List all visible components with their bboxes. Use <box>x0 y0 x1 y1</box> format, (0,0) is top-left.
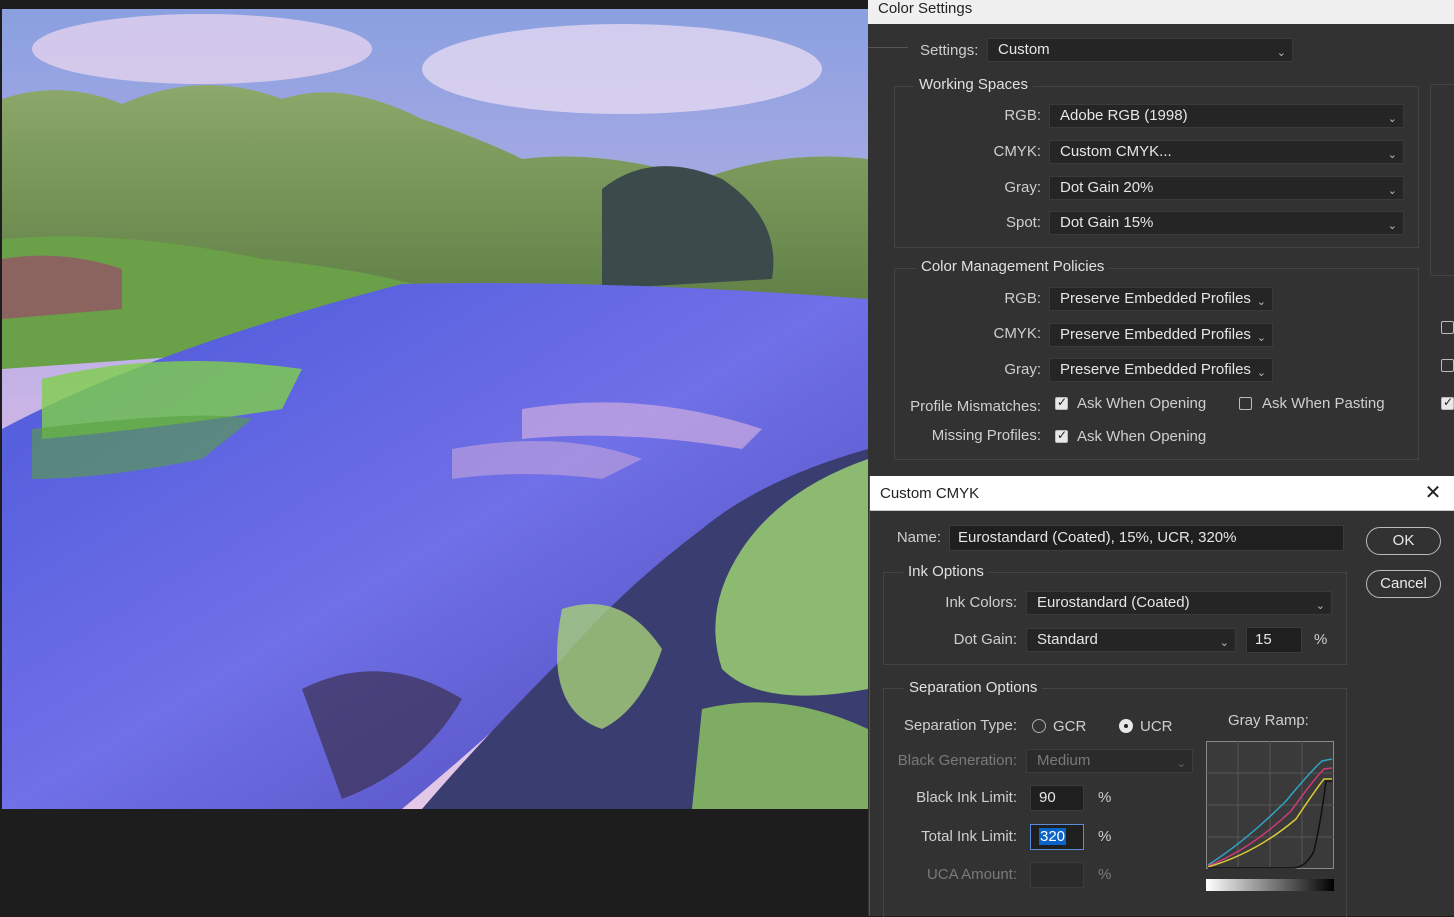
chevron-down-icon: ⌄ <box>1387 220 1397 232</box>
policy-gray-label: Gray: <box>1004 361 1041 378</box>
settings-label: Settings: <box>920 42 979 59</box>
ws-cmyk-label: CMYK: <box>993 143 1041 160</box>
settings-dropdown[interactable]: Custom ⌄ <box>987 38 1293 62</box>
side-panel-edge <box>1430 84 1454 276</box>
ws-cmyk-dropdown[interactable]: Custom CMYK... ⌄ <box>1049 140 1404 164</box>
ink-colors-label: Ink Colors: <box>945 594 1017 611</box>
policies-title: Color Management Policies <box>916 258 1110 275</box>
gray-ramp-graph <box>1206 741 1334 869</box>
missing-profiles-label: Missing Profiles: <box>931 427 1041 444</box>
chevron-down-icon: ⌄ <box>1176 758 1186 770</box>
chevron-down-icon: ⌄ <box>1256 332 1266 344</box>
dot-gain-label: Dot Gain: <box>953 631 1017 648</box>
landscape-painting <box>2 9 868 809</box>
percent-label: % <box>1098 828 1112 845</box>
dot-gain-percent-field[interactable]: 15 <box>1246 627 1302 653</box>
percent-label: % <box>1314 631 1328 648</box>
side-checkbox-2[interactable] <box>1441 359 1454 372</box>
ws-gray-value: Dot Gain 20% <box>1060 179 1154 196</box>
black-ink-limit-field[interactable]: 90 <box>1030 785 1084 811</box>
ws-rgb-value: Adobe RGB (1998) <box>1060 107 1188 124</box>
policy-cmyk-value: Preserve Embedded Profiles <box>1060 326 1251 343</box>
dialog-title: Custom CMYK <box>870 476 1454 511</box>
policy-rgb-label: RGB: <box>1004 290 1041 307</box>
separation-options-title: Separation Options <box>904 679 1043 696</box>
ws-spot-value: Dot Gain 15% <box>1060 214 1154 231</box>
custom-cmyk-dialog: Custom CMYK ✕ Name: Eurostandard (Coated… <box>869 476 1454 917</box>
gcr-radio[interactable] <box>1032 719 1046 733</box>
divider <box>868 47 908 48</box>
policy-cmyk-label: CMYK: <box>993 325 1041 342</box>
name-field[interactable]: Eurostandard (Coated), 15%, UCR, 320% <box>949 525 1344 551</box>
chevron-down-icon: ⌄ <box>1276 47 1286 59</box>
gcr-label[interactable]: GCR <box>1053 718 1086 735</box>
dialog-title: Color Settings <box>868 0 1454 24</box>
working-spaces-title: Working Spaces <box>914 76 1033 93</box>
mismatch-paste-checkbox[interactable] <box>1239 397 1252 410</box>
total-ink-limit-selection: 320 <box>1039 828 1067 845</box>
name-label: Name: <box>896 529 941 546</box>
cancel-button[interactable]: Cancel <box>1366 570 1441 598</box>
chevron-down-icon: ⌄ <box>1219 637 1229 649</box>
gray-ramp-svg <box>1206 741 1334 869</box>
image-canvas[interactable] <box>2 9 868 809</box>
missing-open-label[interactable]: Ask When Opening <box>1077 428 1206 445</box>
ink-colors-value: Eurostandard (Coated) <box>1037 594 1190 611</box>
ws-spot-dropdown[interactable]: Dot Gain 15% ⌄ <box>1049 211 1404 235</box>
ucr-label[interactable]: UCR <box>1140 718 1173 735</box>
ink-options-title: Ink Options <box>903 563 989 580</box>
ok-button[interactable]: OK <box>1366 527 1441 555</box>
black-generation-value: Medium <box>1037 752 1091 769</box>
chevron-down-icon: ⌄ <box>1315 600 1325 612</box>
chevron-down-icon: ⌄ <box>1256 367 1266 379</box>
chevron-down-icon: ⌄ <box>1387 113 1397 125</box>
policy-cmyk-dropdown[interactable]: Preserve Embedded Profiles ⌄ <box>1049 323 1273 347</box>
uca-amount-field <box>1030 862 1084 888</box>
ws-gray-label: Gray: <box>1004 179 1041 196</box>
policy-rgb-value: Preserve Embedded Profiles <box>1060 290 1251 307</box>
chevron-down-icon: ⌄ <box>1256 296 1266 308</box>
dot-gain-dropdown[interactable]: Standard ⌄ <box>1026 628 1236 652</box>
chevron-down-icon: ⌄ <box>1387 185 1397 197</box>
black-ink-limit-label: Black Ink Limit: <box>916 789 1017 806</box>
policy-gray-dropdown[interactable]: Preserve Embedded Profiles ⌄ <box>1049 358 1273 382</box>
policy-gray-value: Preserve Embedded Profiles <box>1060 361 1251 378</box>
ws-cmyk-value: Custom CMYK... <box>1060 143 1172 160</box>
ws-gray-dropdown[interactable]: Dot Gain 20% ⌄ <box>1049 176 1404 200</box>
percent-label: % <box>1098 789 1112 806</box>
ink-colors-dropdown[interactable]: Eurostandard (Coated) ⌄ <box>1026 591 1332 615</box>
ws-rgb-dropdown[interactable]: Adobe RGB (1998) ⌄ <box>1049 104 1404 128</box>
ws-rgb-label: RGB: <box>1004 107 1041 124</box>
separation-type-label: Separation Type: <box>903 717 1017 734</box>
close-icon[interactable]: ✕ <box>1422 482 1444 504</box>
mismatch-open-checkbox[interactable] <box>1055 395 1068 410</box>
ws-spot-label: Spot: <box>1005 214 1041 231</box>
ucr-radio[interactable] <box>1119 719 1133 733</box>
settings-value: Custom <box>998 41 1050 58</box>
profile-mismatches-label: Profile Mismatches: <box>910 398 1041 415</box>
policy-rgb-dropdown[interactable]: Preserve Embedded Profiles ⌄ <box>1049 287 1273 311</box>
dialog-title-text: Custom CMYK <box>880 485 980 502</box>
total-ink-limit-label: Total Ink Limit: <box>921 828 1017 845</box>
missing-open-checkbox[interactable] <box>1055 428 1068 443</box>
total-ink-limit-field[interactable]: 320 <box>1030 824 1084 850</box>
black-generation-label: Black Generation: <box>897 752 1017 769</box>
uca-amount-label: UCA Amount: <box>926 866 1017 883</box>
gray-ramp-label: Gray Ramp: <box>1228 712 1309 729</box>
side-checkbox-3[interactable] <box>1441 395 1454 410</box>
side-checkbox-1[interactable] <box>1441 321 1454 334</box>
chevron-down-icon: ⌄ <box>1387 149 1397 161</box>
black-generation-dropdown: Medium ⌄ <box>1026 749 1193 773</box>
percent-label: % <box>1098 866 1112 883</box>
mismatch-paste-label[interactable]: Ask When Pasting <box>1262 395 1385 412</box>
mismatch-open-label[interactable]: Ask When Opening <box>1077 395 1206 412</box>
gray-ramp-gradient-bar <box>1206 879 1334 891</box>
dot-gain-value: Standard <box>1037 631 1098 648</box>
